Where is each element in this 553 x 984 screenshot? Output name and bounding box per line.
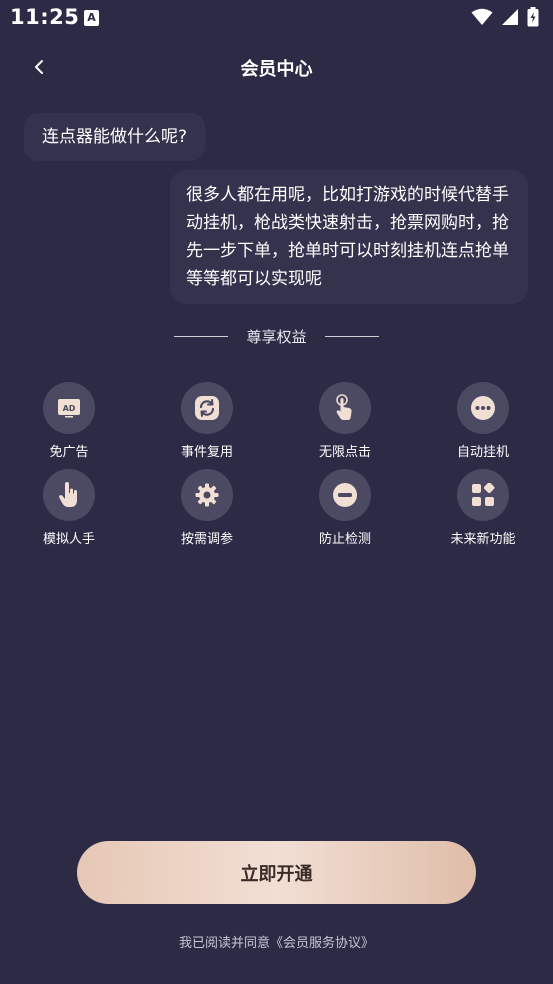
benefit-label: 免广告 [49, 445, 89, 460]
page-title: 会员中心 [240, 59, 313, 80]
refresh-icon [195, 396, 219, 420]
battery-charging-icon [527, 7, 539, 27]
status-bar: 11:25 A [0, 0, 553, 38]
divider-line-left [174, 335, 229, 337]
benefit-unlimited-clicks[interactable]: 无限点击 [290, 382, 400, 460]
benefit-icon-circle [319, 382, 371, 434]
benefit-anti-detect[interactable]: 防止检测 [290, 469, 400, 547]
benefit-label: 事件复用 [180, 445, 233, 460]
status-time: 11:25 [10, 5, 80, 29]
status-icons [471, 7, 539, 27]
section-title-text: 尊享权益 [246, 327, 307, 346]
benefit-auto-afk[interactable]: 自动挂机 [428, 382, 538, 460]
screen: 11:25 A 会员中心 连点器能做什么呢? 很多人都在用呢，比如打游戏的时候代… [0, 0, 553, 984]
benefits-section-title: 尊享权益 [0, 325, 553, 347]
benefit-adjust-params[interactable]: 按需调参 [152, 469, 262, 547]
apps-icon [472, 483, 495, 506]
benefit-no-ads[interactable]: AD 免广告 [14, 382, 124, 460]
gear-icon [195, 483, 219, 507]
notification-icon: A [84, 10, 99, 26]
benefit-icon-circle [319, 469, 371, 521]
benefit-label: 未来新功能 [450, 532, 516, 547]
agreement-link[interactable]: 我已阅读并同意《会员服务协议》 [0, 932, 553, 951]
benefit-label: 防止检测 [318, 532, 371, 547]
benefit-icon-circle [457, 382, 509, 434]
benefit-event-reuse[interactable]: 事件复用 [152, 382, 262, 460]
wifi-icon [471, 8, 493, 25]
tap-icon [336, 394, 352, 420]
question-bubble: 连点器能做什么呢? [24, 113, 206, 161]
hand-icon [59, 482, 77, 507]
answer-bubble: 很多人都在用呢，比如打游戏的时候代替手动挂机，枪战类快速射击，抢票网购时，抢先一… [170, 170, 528, 304]
activate-now-button[interactable]: 立即开通 [77, 841, 476, 904]
benefit-label: 无限点击 [318, 445, 371, 460]
block-icon [333, 483, 357, 507]
benefit-simulate-hand[interactable]: 模拟人手 [14, 469, 124, 547]
benefit-icon-circle [181, 382, 233, 434]
benefit-icon-circle [457, 469, 509, 521]
header: 会员中心 [0, 44, 553, 90]
benefit-icon-circle [181, 469, 233, 521]
signal-icon [502, 9, 518, 25]
benefit-label: 自动挂机 [456, 445, 509, 460]
divider-line-right [324, 335, 379, 337]
svg-text:AD: AD [63, 404, 76, 413]
benefit-label: 按需调参 [180, 532, 233, 547]
benefit-future-features[interactable]: 未来新功能 [428, 469, 538, 547]
benefit-label: 模拟人手 [42, 532, 95, 547]
benefit-icon-circle [43, 469, 95, 521]
ad-icon: AD [58, 399, 80, 418]
more-icon [471, 396, 495, 420]
benefit-icon-circle: AD [43, 382, 95, 434]
